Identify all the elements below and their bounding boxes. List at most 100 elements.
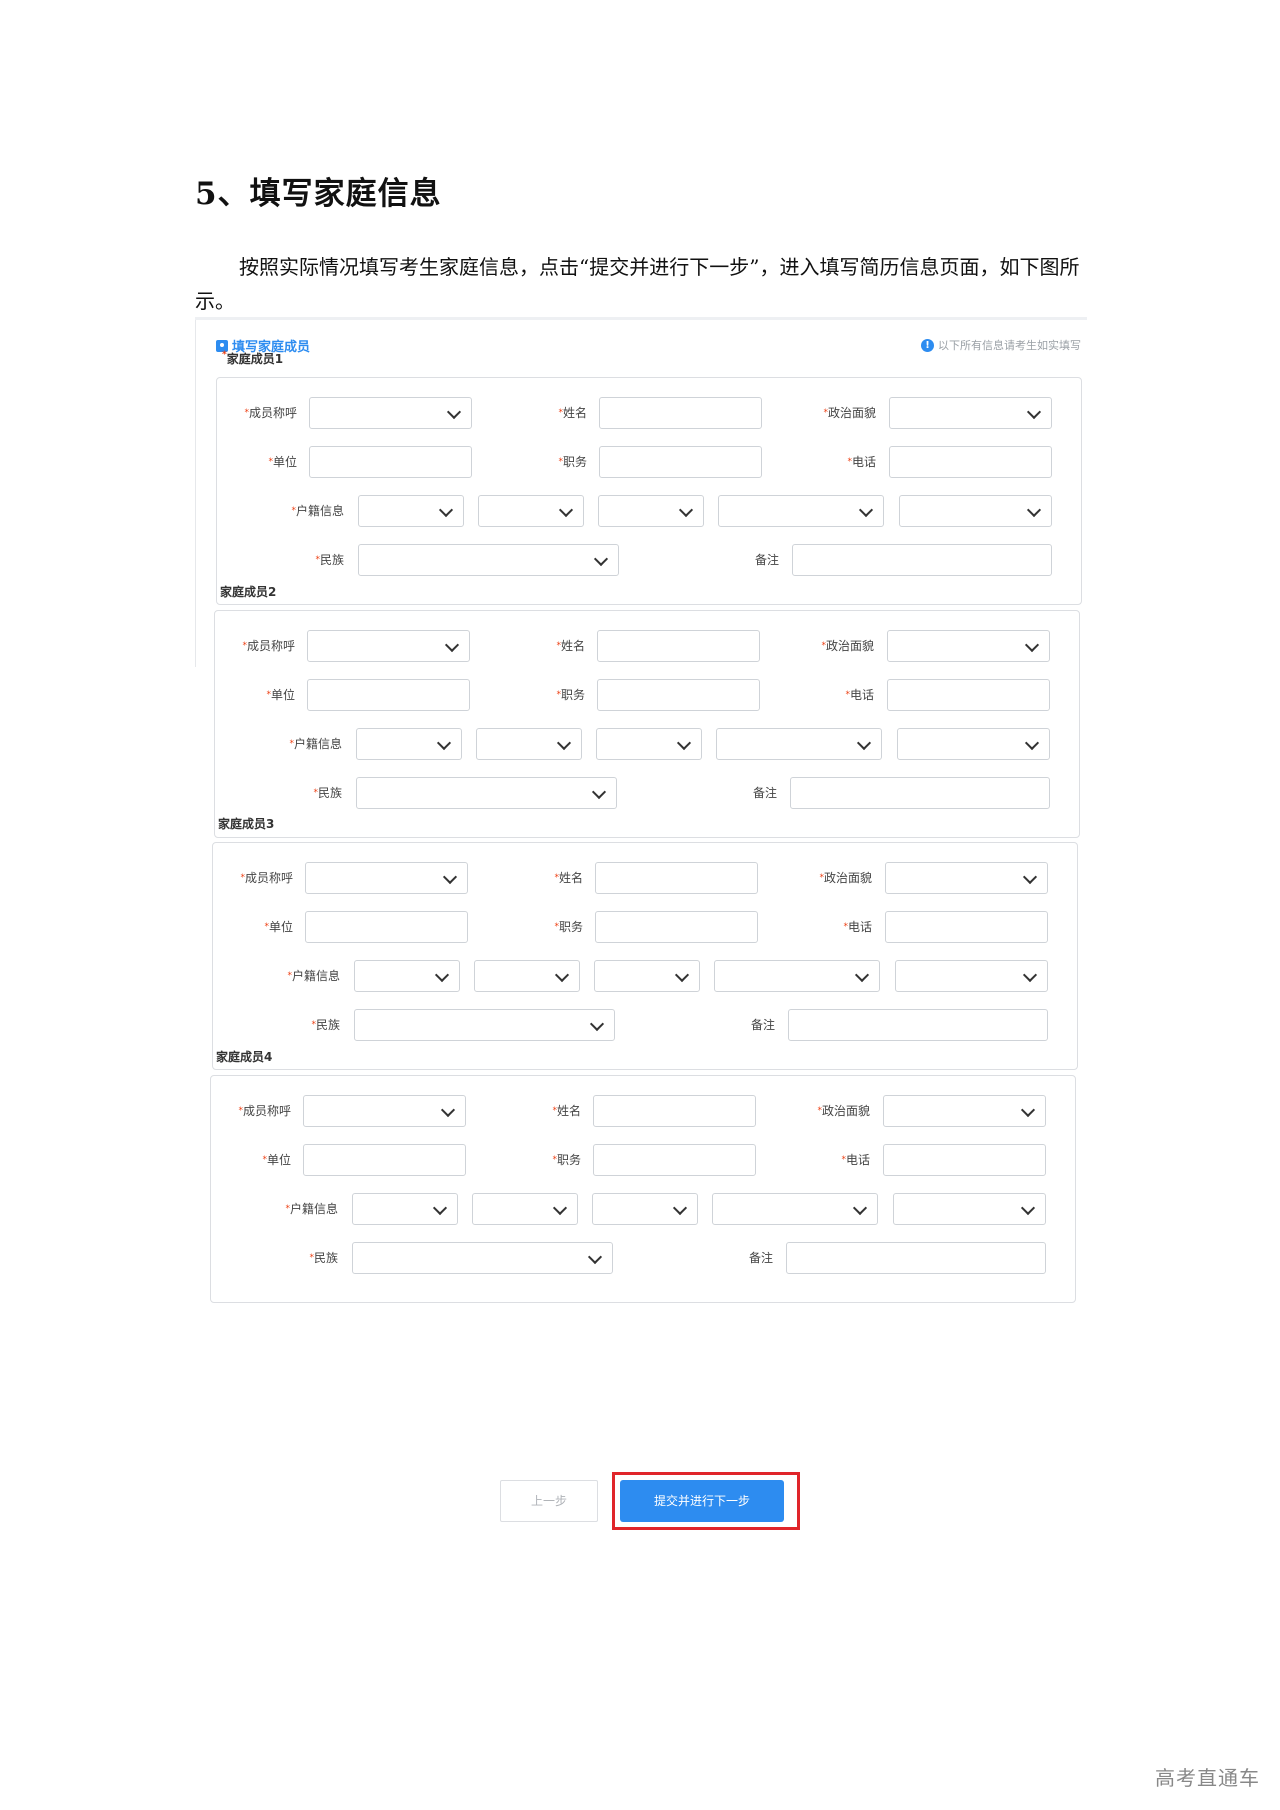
chevron-down-icon bbox=[436, 735, 452, 751]
ethnicity-select[interactable] bbox=[354, 1009, 615, 1041]
phone-input[interactable] bbox=[889, 446, 1052, 478]
name-input[interactable] bbox=[599, 397, 762, 429]
label-phone: *电话 bbox=[843, 910, 872, 944]
household-street-select[interactable] bbox=[712, 1193, 878, 1225]
label-text: 民族 bbox=[317, 786, 342, 800]
household-street-select[interactable] bbox=[716, 728, 882, 760]
label-text: 政治面貌 bbox=[827, 406, 876, 420]
name-input[interactable] bbox=[597, 630, 760, 662]
remark-input[interactable] bbox=[792, 544, 1052, 576]
household-province-select[interactable] bbox=[354, 960, 460, 992]
household-street-select[interactable] bbox=[714, 960, 880, 992]
member-title-text: 家庭成员2 bbox=[220, 585, 277, 599]
relation-select[interactable] bbox=[305, 862, 468, 894]
label-phone: *电话 bbox=[845, 678, 874, 712]
household-district-select[interactable] bbox=[596, 728, 702, 760]
label-text: 政治面貌 bbox=[823, 871, 872, 885]
label-position: *职务 bbox=[552, 1143, 581, 1177]
label-text: 户籍信息 bbox=[289, 1202, 338, 1216]
label-text: 姓名 bbox=[560, 639, 585, 653]
label-text: 电话 bbox=[849, 688, 874, 702]
label-household: *户籍信息 bbox=[285, 1192, 338, 1226]
chevron-down-icon bbox=[446, 404, 462, 420]
remark-input[interactable] bbox=[786, 1242, 1046, 1274]
political-status-select[interactable] bbox=[887, 630, 1050, 662]
position-input[interactable] bbox=[593, 1144, 756, 1176]
phone-input[interactable] bbox=[885, 911, 1048, 943]
label-text: 备注 bbox=[752, 786, 777, 800]
household-type-select[interactable] bbox=[895, 960, 1048, 992]
position-input[interactable] bbox=[597, 679, 760, 711]
chevron-down-icon bbox=[678, 502, 694, 518]
employer-input[interactable] bbox=[305, 911, 468, 943]
name-input[interactable] bbox=[593, 1095, 756, 1127]
employer-input[interactable] bbox=[309, 446, 472, 478]
household-type-select[interactable] bbox=[899, 495, 1052, 527]
political-status-select[interactable] bbox=[883, 1095, 1046, 1127]
household-district-select[interactable] bbox=[598, 495, 704, 527]
chevron-down-icon bbox=[854, 967, 870, 983]
member-title: *家庭成员1 bbox=[222, 350, 283, 367]
member-2-box: *成员称呼 *姓名 *政治面貌 *单位 *职务 *电话 *户籍信息 *民族 备注 bbox=[214, 610, 1080, 838]
relation-select[interactable] bbox=[303, 1095, 466, 1127]
label-relation: *成员称呼 bbox=[244, 396, 297, 430]
position-input[interactable] bbox=[595, 911, 758, 943]
chevron-down-icon bbox=[1024, 637, 1040, 653]
member-1-box: *成员称呼 *姓名 *政治面貌 *单位 *职务 *电话 *户籍信息 *民族 备注 bbox=[216, 377, 1082, 605]
household-type-select[interactable] bbox=[897, 728, 1050, 760]
label-name: *姓名 bbox=[552, 1094, 581, 1128]
remark-input[interactable] bbox=[788, 1009, 1048, 1041]
household-city-select[interactable] bbox=[474, 960, 580, 992]
previous-step-button[interactable]: 上一步 bbox=[500, 1480, 598, 1522]
phone-input[interactable] bbox=[883, 1144, 1046, 1176]
label-text: 户籍信息 bbox=[295, 504, 344, 518]
label-employer: *单位 bbox=[264, 910, 293, 944]
political-status-select[interactable] bbox=[889, 397, 1052, 429]
relation-select[interactable] bbox=[307, 630, 470, 662]
employer-input[interactable] bbox=[307, 679, 470, 711]
label-text: 备注 bbox=[750, 1018, 775, 1032]
label-position: *职务 bbox=[556, 678, 585, 712]
label-name: *姓名 bbox=[558, 396, 587, 430]
household-city-select[interactable] bbox=[472, 1193, 578, 1225]
label-text: 单位 bbox=[270, 688, 295, 702]
employer-input[interactable] bbox=[303, 1144, 466, 1176]
household-city-select[interactable] bbox=[478, 495, 584, 527]
political-status-select[interactable] bbox=[885, 862, 1048, 894]
chevron-down-icon bbox=[1024, 735, 1040, 751]
phone-input[interactable] bbox=[887, 679, 1050, 711]
position-input[interactable] bbox=[599, 446, 762, 478]
ethnicity-select[interactable] bbox=[356, 777, 617, 809]
label-household: *户籍信息 bbox=[287, 959, 340, 993]
household-province-select[interactable] bbox=[352, 1193, 458, 1225]
submit-next-step-button[interactable]: 提交并进行下一步 bbox=[620, 1480, 784, 1522]
chevron-down-icon bbox=[856, 735, 872, 751]
household-district-select[interactable] bbox=[594, 960, 700, 992]
remark-input[interactable] bbox=[790, 777, 1050, 809]
label-employer: *单位 bbox=[268, 445, 297, 479]
label-text: 职务 bbox=[558, 920, 583, 934]
ethnicity-select[interactable] bbox=[352, 1242, 613, 1274]
label-relation: *成员称呼 bbox=[240, 861, 293, 895]
household-district-select[interactable] bbox=[592, 1193, 698, 1225]
member-title: 家庭成员3 bbox=[218, 815, 274, 832]
label-text: 民族 bbox=[315, 1018, 340, 1032]
ethnicity-select[interactable] bbox=[358, 544, 619, 576]
label-text: 成员称呼 bbox=[244, 871, 293, 885]
household-city-select[interactable] bbox=[476, 728, 582, 760]
name-input[interactable] bbox=[595, 862, 758, 894]
chevron-down-icon bbox=[1022, 967, 1038, 983]
chevron-down-icon bbox=[1026, 404, 1042, 420]
household-street-select[interactable] bbox=[718, 495, 884, 527]
label-text: 民族 bbox=[313, 1251, 338, 1265]
label-ethnicity: *民族 bbox=[311, 1008, 340, 1042]
household-province-select[interactable] bbox=[358, 495, 464, 527]
label-text: 单位 bbox=[268, 920, 293, 934]
relation-select[interactable] bbox=[309, 397, 472, 429]
household-province-select[interactable] bbox=[356, 728, 462, 760]
label-relation: *成员称呼 bbox=[242, 629, 295, 663]
household-type-select[interactable] bbox=[893, 1193, 1046, 1225]
label-text: 单位 bbox=[272, 455, 297, 469]
chevron-down-icon bbox=[1026, 502, 1042, 518]
label-remark: 备注 bbox=[755, 543, 779, 577]
